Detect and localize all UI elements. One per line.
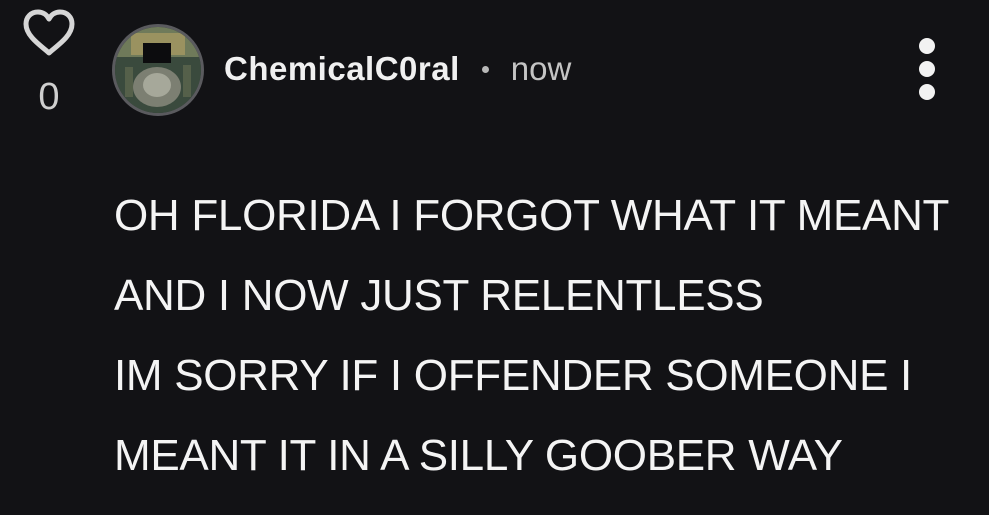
vote-column: 0	[18, 8, 80, 116]
avatar-image	[115, 27, 201, 113]
timestamp: now	[510, 50, 572, 87]
comment-header: ChemicalC0ral now	[224, 46, 571, 92]
more-vertical-icon-dot	[919, 61, 935, 77]
more-vertical-icon-dot	[919, 84, 935, 100]
comment-line: IM SORRY IF I OFFENDER SOMEONE I	[114, 351, 912, 400]
avatar[interactable]	[112, 24, 204, 116]
heart-icon[interactable]	[21, 8, 77, 58]
comment-line: OH FLORIDA I FORGOT WHAT IT MEANT	[114, 191, 950, 240]
separator-dot	[481, 65, 489, 73]
username[interactable]: ChemicalC0ral	[224, 50, 460, 88]
comment-line: AND I NOW JUST RELENTLESS	[114, 271, 764, 320]
comment-card: 0 ChemicalC0ral now OH FLORIDA I FORGOT …	[0, 0, 989, 515]
comment-body: OH FLORIDA I FORGOT WHAT IT MEANT AND I …	[114, 176, 974, 496]
comment-line: MEANT IT IN A SILLY GOOBER WAY	[114, 431, 843, 480]
more-vertical-icon-dot	[919, 38, 935, 54]
like-count: 0	[38, 76, 60, 118]
more-options-button[interactable]	[912, 38, 942, 100]
